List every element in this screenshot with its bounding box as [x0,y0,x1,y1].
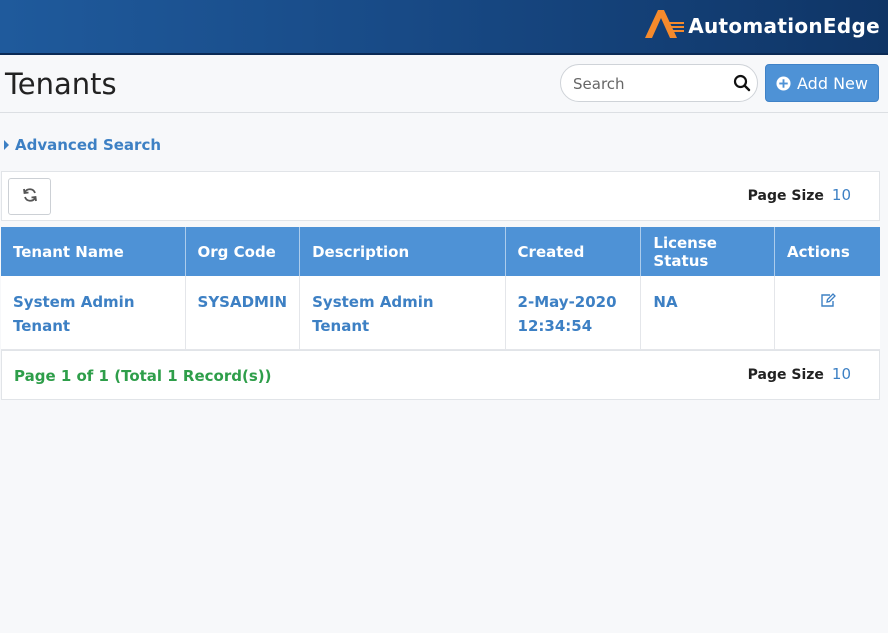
page-size-selector[interactable]: 10 [832,186,851,204]
page-size-selector[interactable]: 10 [832,365,851,383]
column-header-actions: Actions [774,227,880,276]
page-size-label: Page Size [747,188,824,204]
caret-right-icon [4,140,9,150]
brand-name: AutomationEdge [688,14,880,38]
cell-tenant-name[interactable]: System Admin Tenant [1,276,186,350]
cell-org-code[interactable]: SYSADMIN [185,276,301,350]
cell-actions [774,276,880,350]
table-header-row: Tenant Name Org Code Description Created… [1,227,880,276]
column-header-tenant-name[interactable]: Tenant Name [1,227,186,276]
search-box [560,64,758,102]
column-header-license-status[interactable]: License Status [640,227,776,276]
refresh-icon [22,187,38,207]
add-new-button[interactable]: Add New [765,64,879,102]
refresh-button[interactable] [8,178,51,215]
created-time: 12:34:54 [517,317,593,335]
page-size-label: Page Size [747,367,824,383]
automationedge-logo-icon [642,6,686,40]
cell-created[interactable]: 2-May-2020 12:34:54 [505,276,642,350]
grid-toolbar: Page Size 10 [1,171,880,221]
add-new-label: Add New [797,73,868,93]
plus-circle-icon [776,75,791,91]
paging-info: Page 1 of 1 (Total 1 Record(s)) [14,367,272,385]
edit-icon[interactable] [820,293,836,311]
tenants-table: Tenant Name Org Code Description Created… [1,227,880,350]
column-header-org-code[interactable]: Org Code [185,227,301,276]
column-header-description[interactable]: Description [299,227,506,276]
search-input[interactable] [573,73,723,95]
advanced-search-label: Advanced Search [15,136,162,154]
advanced-search-toggle[interactable]: Advanced Search [4,136,161,154]
grid-footer: Page 1 of 1 (Total 1 Record(s)) Page Siz… [1,350,880,400]
created-date: 2-May-2020 [517,293,617,311]
title-bar: Tenants Add New [0,57,888,113]
top-bar: AutomationEdge [0,0,888,55]
cell-description[interactable]: System Admin Tenant [299,276,506,350]
cell-license-status[interactable]: NA [640,276,776,350]
page-size-top: Page Size 10 [748,186,851,204]
page-title: Tenants [5,67,117,101]
table-row: System Admin Tenant SYSADMIN System Admi… [1,276,880,350]
page-size-bottom: Page Size 10 [748,365,851,383]
column-header-created[interactable]: Created [505,227,642,276]
search-icon[interactable] [733,74,751,92]
brand-logo[interactable]: AutomationEdge [642,5,880,41]
